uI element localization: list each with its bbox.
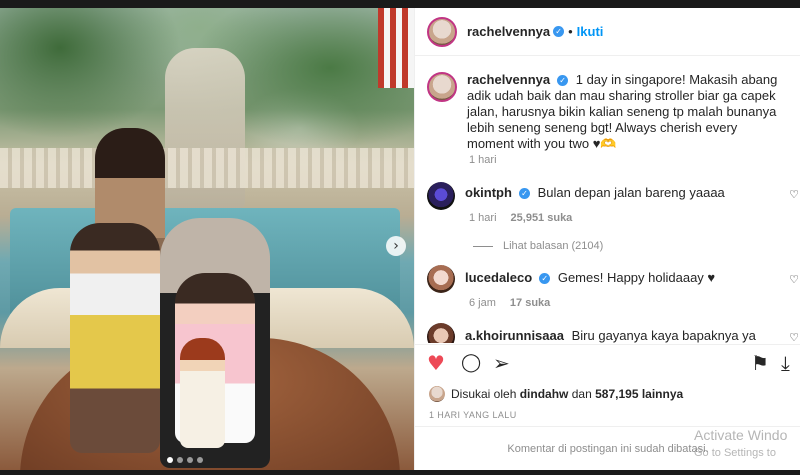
- verified-icon: ✓: [557, 75, 569, 87]
- comment-username[interactable]: a.khoirunnisaaa: [465, 328, 564, 343]
- comment-like-icon[interactable]: ♡: [789, 331, 799, 343]
- photo-balustrade: [0, 148, 414, 188]
- carousel-dot: [197, 457, 203, 463]
- watermark-line2: Go to Settings to: [694, 447, 776, 459]
- like-heart-icon[interactable]: ♥: [427, 353, 445, 373]
- comment-username[interactable]: okintph: [465, 185, 512, 200]
- share-icon[interactable]: ➢: [493, 353, 510, 373]
- carousel-dot: [177, 457, 183, 463]
- carousel-dot: [167, 457, 173, 463]
- footer-text: Komentar di postingan ini sudah dibatasi…: [507, 442, 709, 455]
- download-icon[interactable]: ⤓: [781, 353, 790, 373]
- avatar[interactable]: [429, 386, 445, 402]
- list-item: a.khoirunnisaaa Biru gayanya kaya bapakn…: [427, 323, 800, 343]
- comment-meta: 6 jam 17 suka: [469, 297, 550, 309]
- likes-conj: dan: [571, 387, 592, 401]
- header-username[interactable]: rachelvennya: [467, 24, 550, 39]
- avatar[interactable]: [427, 323, 455, 343]
- carousel-dots: [167, 457, 203, 463]
- comment-username[interactable]: lucedaleco: [465, 270, 532, 285]
- save-icon[interactable]: ⚑: [751, 353, 769, 373]
- comment-time: 1 hari: [469, 212, 497, 224]
- likes-prefix: Disukai oleh: [451, 387, 517, 401]
- verified-icon: ✓: [518, 188, 530, 200]
- post-panel: rachelvennya ✓ • Ikuti rachelvennya ✓ 1 d…: [414, 8, 800, 470]
- comment-likes[interactable]: 17 suka: [510, 297, 550, 309]
- photo-flag: [378, 8, 414, 88]
- verified-icon: ✓: [553, 26, 565, 37]
- post-date[interactable]: 1 HARI YANG LALU: [429, 410, 517, 420]
- comment-meta: 1 hari 25,951 suka: [469, 212, 572, 224]
- comment-likes[interactable]: 25,951 suka: [511, 212, 573, 224]
- comment-text: Biru gayanya kaya bapaknya ya: [571, 328, 756, 343]
- post-header: rachelvennya ✓ • Ikuti: [415, 8, 800, 56]
- avatar[interactable]: [427, 265, 455, 293]
- comment-body: lucedaleco ✓ Gemes! Happy holidaaay ♥: [465, 265, 715, 293]
- caption-body: rachelvennya ✓ 1 day in singapore! Makasi…: [467, 72, 785, 152]
- comment-icon[interactable]: ◯: [461, 353, 481, 373]
- comment-like-icon[interactable]: ♡: [789, 273, 799, 286]
- comments-list: rachelvennya ✓ 1 day in singapore! Makasi…: [415, 57, 800, 343]
- follow-button[interactable]: Ikuti: [577, 24, 604, 39]
- caption: rachelvennya ✓ 1 day in singapore! Makasi…: [427, 72, 787, 152]
- photo-boy: [70, 223, 160, 453]
- likes-summary: Disukai oleh dindahw dan 587,195 lainnya: [429, 386, 683, 402]
- comment-body: a.khoirunnisaaa Biru gayanya kaya bapakn…: [465, 323, 756, 343]
- watermark-line1: Activate Windo: [694, 427, 788, 443]
- carousel-dot: [187, 457, 193, 463]
- comment-like-icon[interactable]: ♡: [789, 188, 799, 201]
- avatar[interactable]: [427, 182, 455, 210]
- post-photo[interactable]: ›: [0, 8, 414, 470]
- view-replies-link[interactable]: Lihat balasan (2104): [473, 240, 603, 252]
- caption-time: 1 hari: [469, 154, 497, 166]
- comment-text: Gemes! Happy holidaaay ♥: [557, 270, 716, 285]
- carousel-next-icon[interactable]: ›: [386, 236, 406, 256]
- photo-doll: [180, 338, 225, 448]
- list-item: lucedaleco ✓ Gemes! Happy holidaaay ♥: [427, 265, 800, 293]
- caption-username[interactable]: rachelvennya: [467, 72, 550, 87]
- likes-count[interactable]: 587,195 lainnya: [595, 387, 683, 401]
- verified-icon: ✓: [539, 273, 551, 285]
- action-bar: ♥ ◯ ➢ ⚑ ⤓: [415, 344, 800, 380]
- list-item: okintph ✓ Bulan depan jalan bareng yaaaa: [427, 182, 800, 210]
- avatar[interactable]: [427, 16, 457, 47]
- comment-text: Bulan depan jalan bareng yaaaa: [537, 185, 725, 200]
- comment-body: okintph ✓ Bulan depan jalan bareng yaaaa: [465, 182, 725, 210]
- header-separator: •: [568, 24, 573, 39]
- comment-time: 6 jam: [469, 297, 496, 309]
- likes-user[interactable]: dindahw: [520, 387, 569, 401]
- windows-activation-watermark: Activate Windo Go to Settings to: [694, 426, 787, 462]
- avatar[interactable]: [427, 72, 457, 102]
